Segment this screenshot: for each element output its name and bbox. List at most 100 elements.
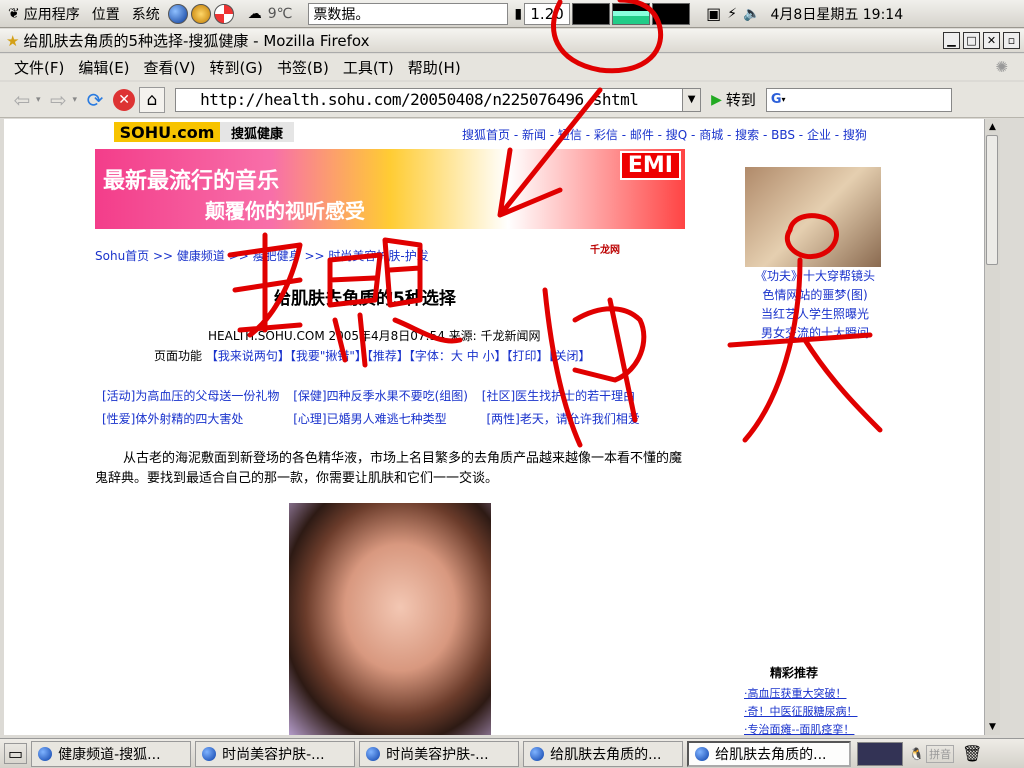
cpu-load-value: 1.20 (530, 4, 564, 23)
menu-tools[interactable]: 工具(T) (343, 57, 394, 78)
scroll-thumb[interactable] (986, 135, 998, 265)
banner-line-2: 颠覆你的视听感受 (205, 199, 365, 223)
taskbar-item[interactable]: 时尚美容护肤-... (359, 740, 520, 767)
bottom-taskbar: ▭ 健康频道-搜狐... 时尚美容护肤-... 时尚美容护肤-... 给肌肤去角… (0, 738, 1024, 768)
ad-link[interactable]: [活动]为高血压的父母送一份礼物 (102, 389, 279, 403)
places-menu[interactable]: 位置 (92, 4, 120, 24)
menu-bookmarks[interactable]: 书签(B) (277, 57, 329, 78)
network-graph (652, 2, 691, 25)
ad-link[interactable]: [性爱]体外射精的四大害处 (102, 412, 243, 426)
home-button[interactable]: ⌂ (139, 86, 166, 113)
reload-button[interactable]: ⟳ (81, 86, 109, 114)
taskbar-item-label: 时尚美容护肤-... (222, 746, 325, 763)
emi-banner-ad[interactable]: 最新最流行的音乐 颠覆你的视听感受 EMI (95, 149, 685, 229)
forward-button[interactable]: ⇨ (45, 86, 73, 114)
taskbar-item[interactable]: 给肌肤去角质的... (523, 740, 684, 767)
stock-ticker[interactable]: 票数据。 (308, 2, 509, 25)
workspace-icon[interactable]: ▣ (706, 4, 721, 23)
window-titlebar[interactable]: ★ 给肌肤去角质的5种选择-搜狐健康 - Mozilla Firefox ▁ □… (0, 29, 1024, 53)
power-icon[interactable]: ⚡ (727, 6, 737, 22)
sohu-logo[interactable]: SOHU.com (114, 122, 220, 142)
ad-link[interactable]: [心理]已婚男人难逃七种类型 (293, 412, 446, 426)
close-window-button[interactable]: ✕ (983, 32, 1000, 49)
ime-indicator[interactable]: 拼音 (926, 744, 955, 763)
scroll-down-arrow[interactable]: ▼ (985, 719, 1000, 735)
top-panel: ❦ 应用程序 位置 系统 ☁ 9℃ 票数据。 ▮ 1.20 ▣ ⚡ 🔈 4月8日… (0, 0, 1024, 28)
sidebar-link[interactable]: 男女交流的十大瞬间 (753, 324, 877, 343)
browser-launcher-icon[interactable] (167, 3, 188, 24)
ad-tag: [心理] (293, 412, 327, 426)
help-launcher-icon[interactable] (213, 3, 234, 24)
scroll-up-arrow[interactable]: ▲ (985, 119, 1000, 135)
ad-link[interactable]: [保健]四种反季水果不要吃(组图) (293, 389, 468, 403)
ad-links-grid: [活动]为高血压的父母送一份礼物 [保健]四种反季水果不要吃(组图) [社区]医… (102, 385, 640, 431)
menu-edit[interactable]: 编辑(E) (78, 57, 129, 78)
article-paragraph: 从古老的海泥敷面到新登场的各色精华液，市场上名目繁多的去角质产品越来越像一本看不… (95, 451, 683, 486)
sohu-health-logo[interactable]: 搜狐健康 (220, 122, 294, 142)
trash-icon[interactable]: 🗑 (962, 744, 982, 763)
search-engine-icon[interactable]: G (771, 92, 782, 107)
article-photo (289, 503, 491, 735)
recommend-link[interactable]: ·奇！中医征服糖尿病！ (744, 703, 858, 721)
maximize-button[interactable]: □ (963, 32, 980, 49)
url-history-dropdown[interactable]: ▼ (683, 87, 702, 112)
emi-logo: EMI (619, 151, 681, 180)
minimize-button[interactable]: ▁ (943, 32, 960, 49)
stop-button[interactable]: ✕ (113, 88, 136, 111)
ad-link[interactable]: [社区]医生找护士的若干理由 (482, 389, 635, 403)
applications-menu[interactable]: ❦ 应用程序 (8, 4, 80, 24)
breadcrumb[interactable]: Sohu首页 >> 健康频道 >> 瘦肥健身 >> 时尚美容护肤-护发 (95, 247, 429, 264)
menu-file[interactable]: 文件(F) (14, 57, 64, 78)
sidebar-link[interactable]: 当红艺人学生照曝光 (753, 305, 877, 324)
show-desktop-icon[interactable]: ▭ (4, 743, 28, 764)
forward-history-icon[interactable]: ▾ (73, 95, 78, 105)
tux-icon: 🐧 (909, 746, 925, 761)
url-text: http://health.sohu.com/20050408/n2250764… (200, 90, 639, 109)
menu-help[interactable]: 帮助(H) (408, 57, 461, 78)
recommend-link[interactable]: ·专治面瘫--面肌痉挛！ (744, 721, 858, 735)
menu-view[interactable]: 查看(V) (144, 57, 196, 78)
sidebar-photo[interactable] (745, 167, 881, 267)
page-functions-label: 页面功能 (154, 349, 203, 363)
recommend-link[interactable]: ·高血压获重大突破！ (744, 685, 858, 703)
back-button[interactable]: ⇦ (8, 86, 36, 114)
ad-tag: [社区] (481, 389, 516, 403)
applications-menu-label: 应用程序 (23, 6, 80, 23)
search-input[interactable]: G ▾ (765, 87, 952, 112)
sidebar-link[interactable]: 色情网站的噩梦(图) (753, 286, 877, 305)
url-bar[interactable]: http://health.sohu.com/20050408/n2250764… (175, 87, 684, 112)
page-content: SOHU.com 搜狐健康 搜狐首页 - 新闻 - 短信 - 彩信 - 邮件 -… (4, 119, 984, 735)
go-button[interactable]: ▶ 转到 (711, 89, 756, 110)
ad-row: [活动]为高血压的父母送一份礼物 [保健]四种反季水果不要吃(组图) [社区]医… (102, 385, 640, 408)
taskbar-item[interactable]: 时尚美容护肤-... (195, 740, 356, 767)
menu-go[interactable]: 转到(G) (210, 57, 263, 78)
workspace-switcher[interactable] (857, 741, 904, 766)
page-functions-links[interactable]: 【我来说两句】【我要"揪错"】【推荐】【字体：大 中 小】【打印】【关闭】 (206, 349, 591, 363)
sidebar-link[interactable]: 《功夫》十大穿帮镜头 (753, 267, 877, 286)
taskbar-item-active[interactable]: 给肌肤去角质的... (687, 740, 852, 767)
back-history-icon[interactable]: ▾ (36, 95, 41, 105)
ad-text: 医生找护士的若干理由 (515, 389, 636, 403)
search-engine-dropdown-icon[interactable]: ▾ (782, 95, 786, 104)
ad-tag: [两性] (486, 412, 520, 426)
ad-text: 体外射精的四大害处 (135, 412, 244, 426)
ad-tag: [活动] (102, 389, 136, 403)
taskbar-item[interactable]: 健康频道-搜狐... (31, 740, 192, 767)
menubar: 文件(F) 编辑(E) 查看(V) 转到(G) 书签(B) 工具(T) 帮助(H… (0, 54, 1024, 80)
firefox-icon (530, 746, 545, 761)
volume-icon[interactable]: 🔈 (743, 6, 760, 22)
mail-launcher-icon[interactable] (190, 3, 211, 24)
ad-link[interactable]: [两性]老天，请允许我们相爱 (486, 412, 639, 426)
shade-button[interactable]: ▫ (1003, 32, 1020, 49)
partner-logo[interactable]: 千龙网 (590, 241, 620, 256)
go-label: 转到 (725, 91, 756, 109)
ad-tag: [保健] (293, 389, 327, 403)
throbber-icon: ✺ (995, 58, 1008, 76)
ad-text: 为高血压的父母送一份礼物 (135, 389, 280, 403)
system-menu[interactable]: 系统 (132, 4, 160, 24)
navigation-toolbar: ⇦ ▾ ⇨ ▾ ⟳ ✕ ⌂ http://health.sohu.com/200… (0, 82, 1024, 118)
banner-line-1: 最新最流行的音乐 (103, 169, 280, 194)
clock[interactable]: 4月8日星期五 19:14 (771, 4, 904, 24)
recommend-title: 精彩推荐 (770, 666, 819, 680)
top-nav-links[interactable]: 搜狐首页 - 新闻 - 短信 - 彩信 - 邮件 - 搜Q - 商城 - 搜索 … (462, 126, 867, 143)
